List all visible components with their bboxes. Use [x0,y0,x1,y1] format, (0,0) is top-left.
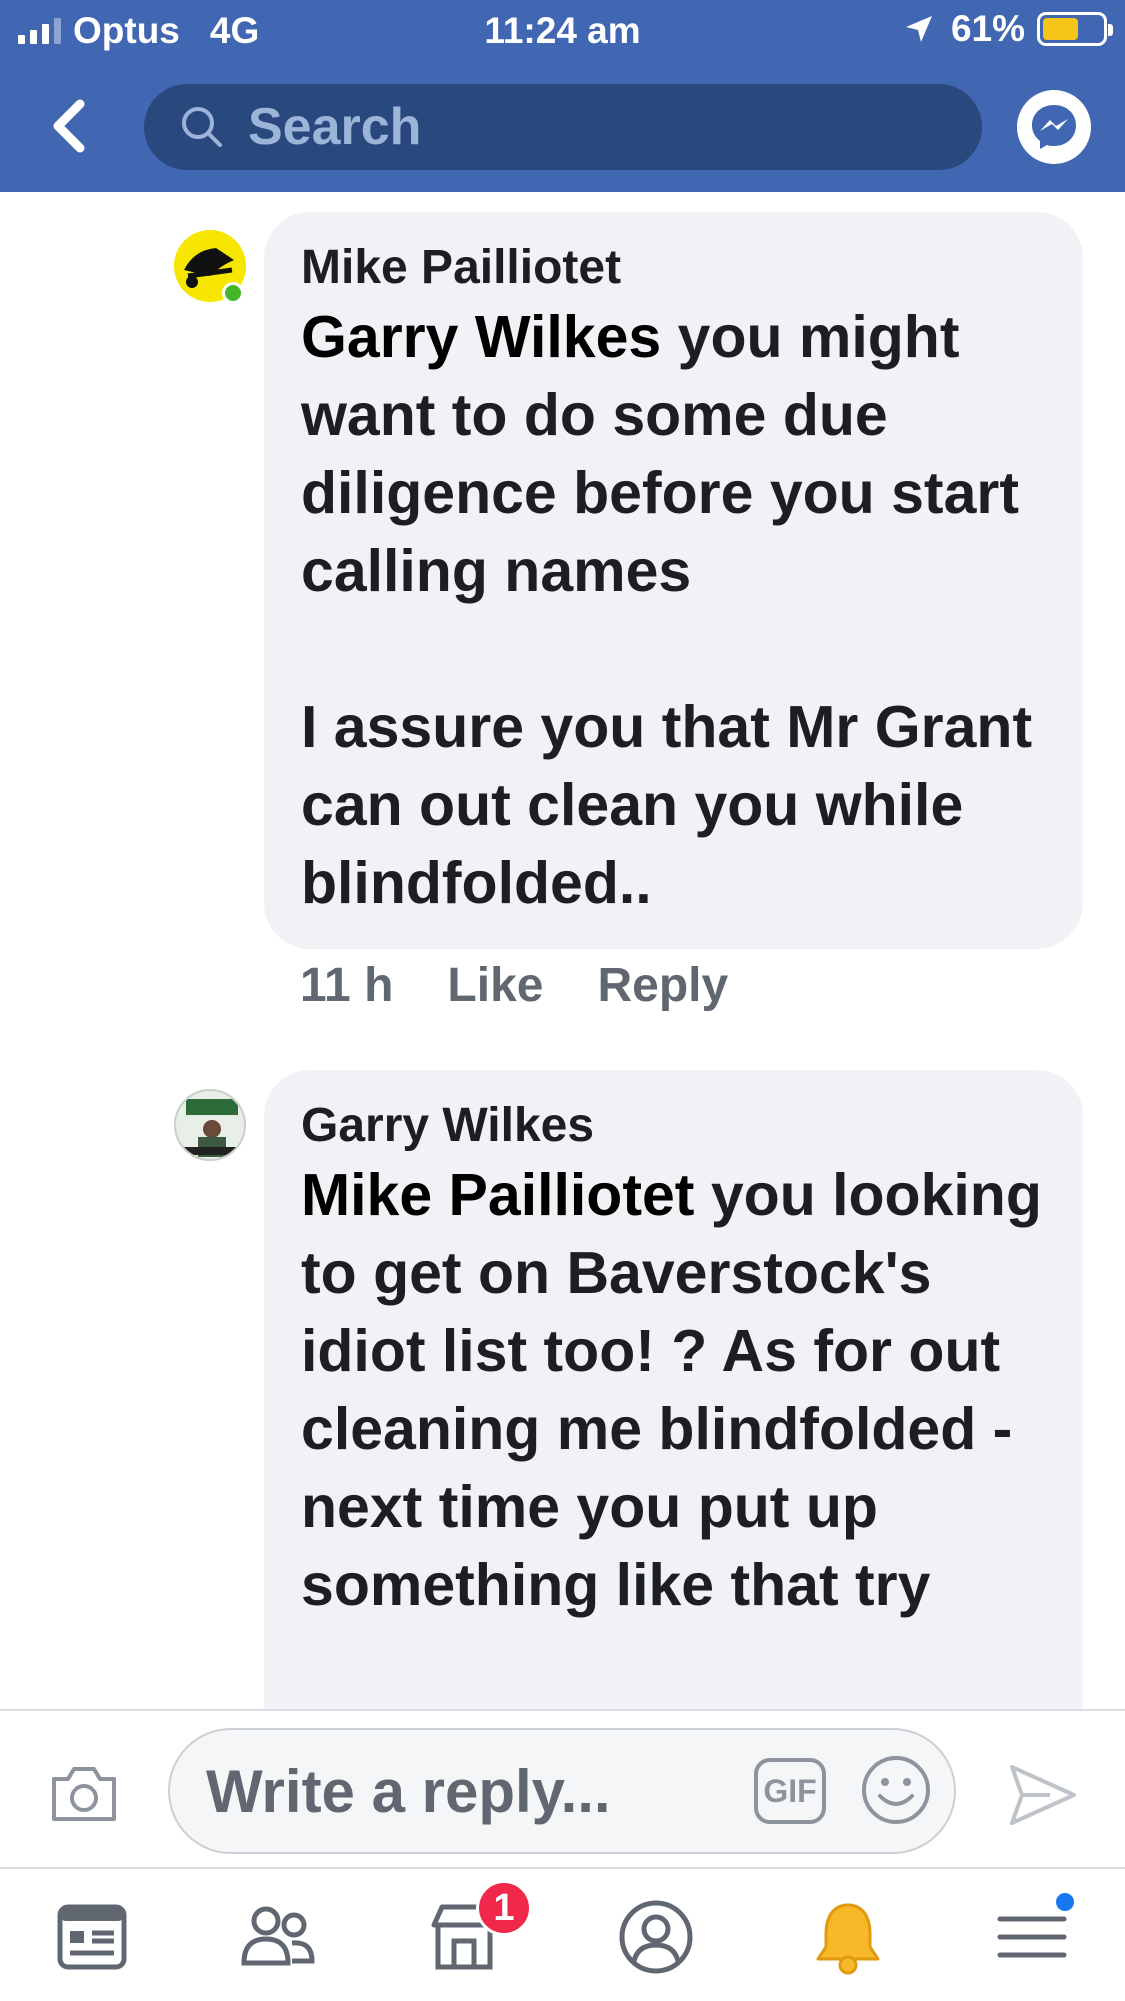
messenger-icon [1032,105,1076,149]
menu-notification-dot [1053,1890,1077,1914]
status-right: 61% [903,8,1113,50]
comment-text: Garry Wilkes you might want to do some d… [301,298,1047,922]
battery-icon [1037,12,1113,46]
battery-fill [1043,18,1078,40]
comment-text: Mike Pailliotet you looking to get on Ba… [301,1156,1047,1624]
location-arrow-icon [905,16,932,42]
notifications-bell-icon[interactable] [808,1897,888,1977]
comment-author[interactable]: Garry Wilkes [301,1096,1047,1156]
like-button[interactable]: Like [447,958,543,1013]
send-icon[interactable] [1006,1759,1078,1831]
reply-button[interactable]: Reply [597,958,728,1013]
messenger-button[interactable] [1017,90,1091,164]
status-bar: Optus 4G 11:24 am 61% [0,0,1125,64]
news-feed-icon[interactable] [52,1897,132,1977]
back-chevron-icon[interactable] [44,96,94,156]
search-bar[interactable] [144,84,982,170]
camera-icon[interactable] [48,1761,120,1825]
bottom-tab-bar [0,1867,1125,2001]
battery-percent: 61% [950,8,1025,49]
search-input[interactable] [248,97,848,157]
comment-body: you might want to do some due diligence … [301,304,1033,916]
mention-link[interactable]: Mike Pailliotet [301,1162,694,1228]
avatar-photo-icon [176,1091,244,1159]
comment-body: you looking to get on Baverstock's idiot… [301,1162,1042,1618]
profile-icon[interactable] [616,1897,696,1977]
comment-time: 11 h [300,959,394,1012]
reply-input[interactable] [206,1756,726,1826]
gif-button[interactable]: GIF [754,1758,826,1824]
online-status-dot [222,282,244,304]
comment-bubble[interactable]: Garry Wilkes Mike Pailliotet you looking… [264,1070,1083,1790]
comment-bubble[interactable]: Mike Pailliotet Garry Wilkes you might w… [264,212,1083,949]
emoji-icon[interactable] [860,1754,932,1826]
avatar[interactable] [174,1089,246,1161]
marketplace-badge: 1 [476,1880,532,1936]
top-bar: Optus 4G 11:24 am 61% [0,0,1125,192]
reply-input-box[interactable]: GIF [168,1728,956,1854]
comment-author[interactable]: Mike Pailliotet [301,238,1047,298]
comment-actions: 11 h Like Reply [300,958,728,1013]
search-icon [182,107,222,147]
friends-icon[interactable] [238,1897,318,1977]
reply-composer: GIF [0,1709,1125,1867]
mention-link[interactable]: Garry Wilkes [301,304,661,370]
